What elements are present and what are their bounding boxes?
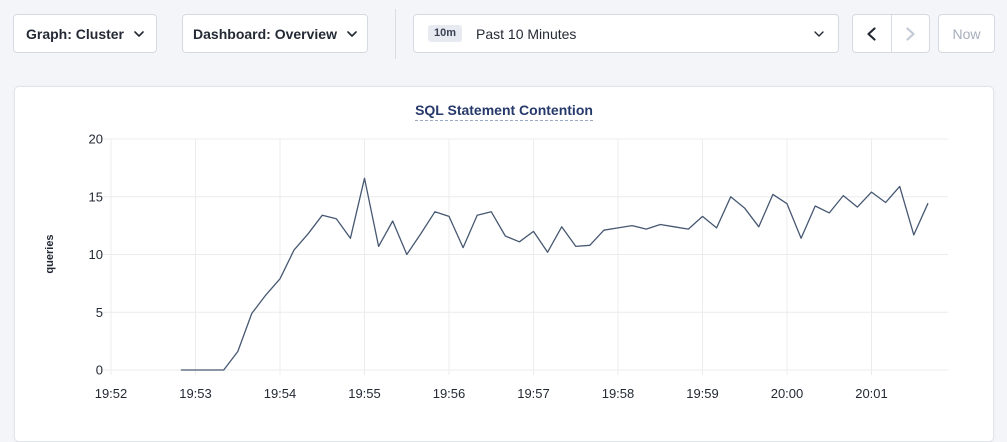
svg-text:19:55: 19:55 (348, 386, 381, 401)
svg-text:20:01: 20:01 (855, 386, 888, 401)
dashboard-dropdown[interactable]: Dashboard: Overview (182, 14, 368, 53)
svg-text:19:59: 19:59 (686, 386, 719, 401)
time-forward-button[interactable] (891, 15, 930, 52)
svg-text:19:54: 19:54 (264, 386, 297, 401)
chart-card: SQL Statement Contention 0 5 10 15 20 19:52 19… (14, 86, 994, 442)
svg-text:10: 10 (89, 247, 103, 262)
svg-text:20:00: 20:00 (771, 386, 804, 401)
svg-text:19:58: 19:58 (602, 386, 635, 401)
sql-statement-contention-chart[interactable]: 0 5 10 15 20 19:52 19:53 19:54 19:55 19:56 19:57 19… (15, 121, 993, 421)
svg-text:19:56: 19:56 (433, 386, 466, 401)
chart-title[interactable]: SQL Statement Contention (415, 102, 593, 121)
svg-text:19:53: 19:53 (179, 386, 212, 401)
graph-dropdown-label: Graph: Cluster (26, 26, 124, 42)
svg-text:15: 15 (89, 189, 103, 204)
time-range-label: Past 10 Minutes (476, 26, 576, 42)
time-back-button[interactable] (853, 15, 891, 52)
chevron-down-icon (134, 31, 144, 37)
graph-dropdown[interactable]: Graph: Cluster (13, 14, 157, 53)
now-button[interactable]: Now (938, 14, 995, 53)
svg-text:19:52: 19:52 (95, 386, 128, 401)
svg-text:20: 20 (89, 132, 103, 147)
svg-text:0: 0 (96, 363, 103, 378)
time-range-badge: 10m (428, 25, 462, 42)
chevron-right-icon (906, 27, 915, 41)
chevron-left-icon (867, 27, 876, 41)
chart-title-row: SQL Statement Contention (15, 87, 993, 121)
time-step-group (852, 14, 930, 53)
time-range-dropdown[interactable]: 10m Past 10 Minutes (413, 14, 839, 53)
chevron-down-icon (814, 31, 824, 37)
svg-text:queries: queries (44, 234, 56, 273)
metrics-toolbar: Graph: Cluster Dashboard: Overview 10m P… (0, 0, 1007, 86)
svg-text:5: 5 (96, 305, 103, 320)
toolbar-divider (395, 9, 396, 59)
svg-text:19:57: 19:57 (517, 386, 550, 401)
chevron-down-icon (347, 31, 357, 37)
dashboard-dropdown-label: Dashboard: Overview (193, 26, 337, 42)
